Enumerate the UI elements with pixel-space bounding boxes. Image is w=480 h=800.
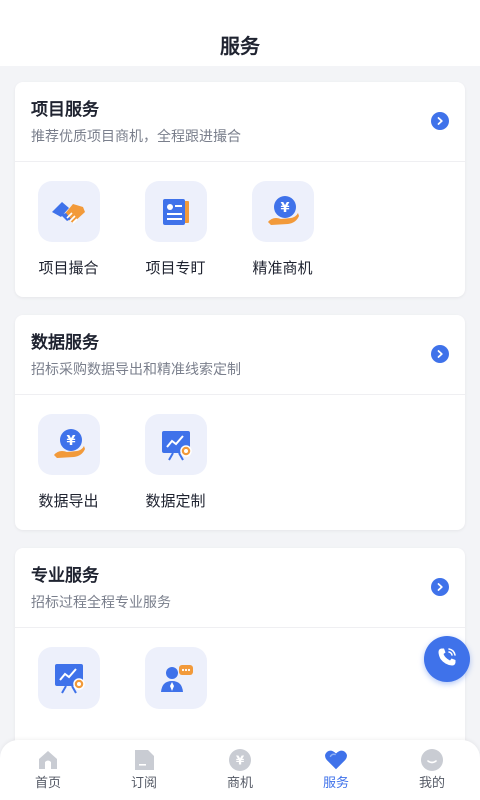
tile-precise-opportunity[interactable]: ¥ 精准商机 <box>229 181 336 278</box>
tile-label: 精准商机 <box>252 259 313 277</box>
phone-icon <box>435 645 459 673</box>
tile-professional-1[interactable] <box>15 647 122 744</box>
tile-project-matchmaking[interactable]: 项目撮合 <box>15 181 122 278</box>
section-title: 数据服务 <box>31 333 99 353</box>
tile-data-export[interactable]: ¥ 数据导出 <box>15 414 122 511</box>
tab-home[interactable]: 首页 <box>0 740 96 800</box>
tile-label: 数据导出 <box>38 492 99 510</box>
tab-profile[interactable]: 我的 <box>384 740 480 800</box>
phone-call-button[interactable] <box>424 636 470 682</box>
bottom-tab-bar: 首页 订阅 ¥ 商机 服务 我的 <box>0 740 480 800</box>
yen-hand-icon: ¥ <box>251 181 314 242</box>
tile-data-custom[interactable]: 数据定制 <box>122 414 229 511</box>
tile-professional-2[interactable] <box>122 647 229 744</box>
home-icon <box>36 748 60 772</box>
data-service-header[interactable]: 数据服务 招标采购数据导出和精准线索定制 <box>15 315 465 395</box>
top-header: 服务 <box>0 0 480 66</box>
tab-label: 订阅 <box>130 776 157 791</box>
project-service-header[interactable]: 项目服务 推荐优质项目商机，全程跟进撮合 <box>15 82 465 162</box>
handshake-icon <box>37 181 100 242</box>
project-service-card: 项目服务 推荐优质项目商机，全程跟进撮合 项目撮合 项目专盯 ¥ 精准商机 <box>15 82 465 297</box>
tile-project-tracking[interactable]: 项目专盯 <box>122 181 229 278</box>
tile-label: 项目撮合 <box>38 259 99 277</box>
tab-label: 首页 <box>34 776 61 791</box>
section-title: 专业服务 <box>31 566 99 586</box>
content-area: 项目服务 推荐优质项目商机，全程跟进撮合 项目撮合 项目专盯 ¥ 精准商机 数据… <box>0 66 480 763</box>
data-service-items: ¥ 数据导出 数据定制 <box>15 395 465 530</box>
section-subtitle: 招标过程全程专业服务 <box>31 595 171 611</box>
svg-text:¥: ¥ <box>236 754 245 768</box>
presentation-chart-icon <box>144 414 207 475</box>
section-subtitle: 招标采购数据导出和精准线索定制 <box>31 362 241 378</box>
section-subtitle: 推荐优质项目商机，全程跟进撮合 <box>31 129 241 145</box>
yen-coin-icon: ¥ <box>228 748 252 772</box>
chevron-right-icon[interactable] <box>431 112 449 130</box>
tile-label: 数据定制 <box>145 492 206 510</box>
data-service-card: 数据服务 招标采购数据导出和精准线索定制 ¥ 数据导出 数据定制 <box>15 315 465 530</box>
tab-label: 我的 <box>418 776 445 791</box>
svg-text:¥: ¥ <box>280 201 289 216</box>
tab-service[interactable]: 服务 <box>288 740 384 800</box>
svg-text:¥: ¥ <box>66 434 75 449</box>
chevron-right-icon[interactable] <box>431 578 449 596</box>
tile-label: 项目专盯 <box>145 259 206 277</box>
tab-opportunity[interactable]: ¥ 商机 <box>192 740 288 800</box>
professional-service-card: 专业服务 招标过程全程专业服务 <box>15 548 465 763</box>
professional-service-header[interactable]: 专业服务 招标过程全程专业服务 <box>15 548 465 628</box>
chevron-right-icon[interactable] <box>431 345 449 363</box>
project-service-items: 项目撮合 项目专盯 ¥ 精准商机 <box>15 162 465 297</box>
consultant-icon <box>144 647 207 709</box>
presentation-chart-icon <box>37 647 100 709</box>
service-page: 服务 项目服务 推荐优质项目商机，全程跟进撮合 项目撮合 项目专盯 ¥ 精准商机… <box>0 0 480 800</box>
document-icon <box>144 181 207 242</box>
profile-icon <box>420 748 444 772</box>
page-title: 服务 <box>220 33 260 58</box>
section-title: 项目服务 <box>31 100 99 120</box>
yen-hand-icon: ¥ <box>37 414 100 475</box>
subscribe-icon <box>132 748 156 772</box>
heart-icon <box>324 748 348 772</box>
tab-subscribe[interactable]: 订阅 <box>96 740 192 800</box>
tab-label: 服务 <box>322 776 349 791</box>
tab-label: 商机 <box>226 776 253 791</box>
